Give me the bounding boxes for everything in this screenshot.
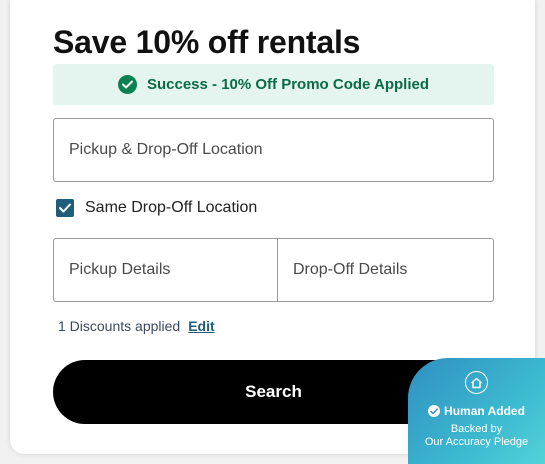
home-icon: [465, 371, 488, 394]
pickup-details-placeholder: Pickup Details: [69, 261, 171, 278]
same-dropoff-checkbox[interactable]: [56, 199, 74, 217]
human-added-label: Human Added: [444, 404, 525, 418]
badge-line-1: Backed by: [450, 423, 503, 435]
badge-line-2: Our Accuracy Pledge: [424, 436, 529, 448]
pickup-dropoff-location-placeholder: Pickup & Drop-Off Location: [69, 141, 263, 158]
check-circle-icon: [117, 75, 137, 94]
discounts-applied-text: 1 Discounts applied: [58, 318, 181, 334]
dropoff-details-input[interactable]: Drop-Off Details: [278, 239, 493, 301]
same-dropoff-label: Same Drop-Off Location: [85, 199, 258, 216]
same-dropoff-checkbox-row[interactable]: Same Drop-Off Location: [56, 199, 257, 217]
success-message: Success - 10% Off Promo Code Applied: [146, 76, 429, 93]
verified-icon: [428, 405, 441, 417]
human-added-title: Human Added: [408, 404, 545, 418]
discounts-row: 1 Discounts applied Edit: [58, 318, 215, 334]
details-inputs: Pickup Details Drop-Off Details: [53, 238, 494, 302]
badge-subtitle: Backed by Our Accuracy Pledge: [408, 423, 545, 449]
checkbox-check-icon: [59, 203, 71, 213]
pickup-dropoff-location-input[interactable]: Pickup & Drop-Off Location: [53, 118, 494, 182]
dropoff-details-placeholder: Drop-Off Details: [293, 261, 408, 278]
human-added-badge[interactable]: Human Added Backed by Our Accuracy Pledg…: [408, 358, 545, 464]
page-title: Save 10% off rentals: [53, 24, 361, 60]
promo-success-banner: Success - 10% Off Promo Code Applied: [53, 64, 494, 105]
edit-discounts-link[interactable]: Edit: [188, 318, 214, 334]
pickup-details-input[interactable]: Pickup Details: [54, 239, 278, 301]
